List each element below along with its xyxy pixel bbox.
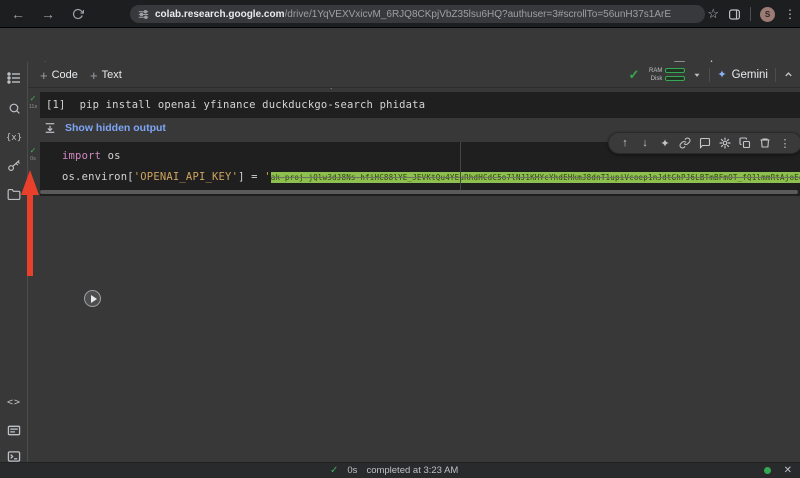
search-icon[interactable] [0, 96, 28, 120]
run-cell-button[interactable] [84, 290, 101, 307]
runtime-health-dot [764, 467, 771, 474]
copy-link-to-cell-icon[interactable] [678, 137, 692, 149]
toolbar-divider [709, 68, 710, 82]
cell-settings-gear-icon[interactable] [718, 137, 732, 149]
notebook-toolbar: + Code + Text ✓ RAM Disk ✦ Gemini [28, 62, 800, 88]
close-status-bar-icon[interactable]: ✕ [784, 465, 792, 476]
browser-profile-avatar[interactable]: S [760, 7, 775, 22]
more-cell-actions-icon[interactable]: ⋮ [778, 137, 792, 150]
status-check-icon: ✓ [330, 465, 338, 476]
code-text: os.environ [62, 171, 127, 183]
code-text: = [245, 171, 265, 183]
play-icon [91, 295, 97, 303]
toolbar-divider [750, 7, 751, 21]
cell1-success-check-icon: ✓ [26, 94, 40, 103]
toolbar-divider [775, 68, 776, 82]
url-path: /drive/1YqVEXVxicvM_6RJQ8CKpjVbZ35lsu6HQ… [285, 9, 672, 20]
add-comment-icon[interactable] [698, 137, 712, 149]
redacted-api-key-highlight: ak-proj-jQlw3dJ8Ns-hfiHC88lYE_JEVKtQu4YE… [271, 172, 800, 183]
resource-usage-widget[interactable]: RAM Disk [646, 68, 685, 82]
add-text-button[interactable]: + Text [90, 67, 122, 83]
string-openai-api-key: 'OPENAI_API_KEY' [134, 171, 238, 183]
site-settings-tune-icon[interactable] [138, 9, 149, 20]
browser-menu-icon[interactable]: ⋮ [784, 7, 796, 21]
show-hidden-output-link[interactable]: Show hidden output [65, 122, 166, 134]
table-of-contents-icon[interactable] [0, 66, 28, 90]
gemini-button[interactable]: ✦ Gemini [717, 68, 768, 81]
plus-icon: + [90, 68, 98, 83]
command-palette-icon[interactable] [0, 418, 28, 442]
execution-status-bar: ✓ 0s completed at 3:23 AM ✕ [0, 462, 800, 478]
bookmark-star-icon[interactable]: ☆ [707, 6, 719, 22]
address-bar[interactable]: colab.research.google.com/drive/1YqVEXVx… [130, 5, 705, 23]
cell1-exec-count: [1] [46, 99, 66, 111]
browser-forward-icon[interactable]: → [36, 2, 60, 26]
add-code-label: Code [52, 69, 78, 81]
red-annotation-arrow-head [21, 170, 39, 195]
side-panel-icon[interactable] [728, 8, 741, 21]
disk-usage-bar [665, 76, 685, 81]
show-hidden-output-button[interactable]: Show hidden output [44, 122, 166, 134]
cell2-horizontal-scrollbar[interactable] [40, 190, 798, 194]
cell-actions-toolbar: ↑ ↓ ✦ ⋮ [608, 132, 800, 154]
copy-cell-icon[interactable] [738, 137, 752, 149]
add-code-button[interactable]: + Code [40, 67, 78, 83]
status-duration: 0s [347, 465, 357, 476]
browser-back-icon[interactable]: ← [6, 2, 30, 26]
gemini-spark-icon: ✦ [717, 68, 726, 81]
red-annotation-arrow [27, 194, 33, 276]
move-cell-down-icon[interactable]: ↓ [638, 137, 652, 149]
gemini-spark-icon[interactable]: ✦ [658, 137, 672, 150]
code-cell-1[interactable]: [1] pip install openai yfinance duckduckg… [40, 92, 800, 118]
left-sidebar: {x} <> [0, 62, 28, 462]
ram-usage-bar [665, 68, 685, 73]
cell1-code[interactable]: pip install openai yfinance duckduckgo-s… [80, 99, 426, 111]
move-cell-up-icon[interactable]: ↑ [618, 137, 632, 149]
editor-column-ruler [460, 142, 461, 190]
delete-cell-trash-icon[interactable] [758, 137, 772, 149]
expand-output-icon [44, 122, 56, 134]
url-domain: colab.research.google.com [155, 9, 285, 20]
ram-label: RAM [646, 68, 662, 74]
redacted-api-key-text: ak-proj-jQlw3dJ8Ns-hfiHC88lYE_JEVKtQu4YE… [271, 172, 800, 183]
code-text: os [101, 150, 121, 162]
runtime-dropdown-icon[interactable] [692, 70, 702, 80]
disk-label: Disk [646, 76, 662, 82]
browser-reload-icon[interactable] [66, 2, 90, 26]
cell2-success-check-icon: ✓ [26, 146, 40, 155]
code-snippets-icon[interactable]: <> [0, 390, 28, 414]
cell2-exec-time: 0s [25, 156, 41, 162]
collapse-toolbar-icon[interactable] [783, 69, 794, 80]
browser-toolbar: ← → colab.research.google.com/drive/1YqV… [0, 0, 800, 28]
variables-icon[interactable]: {x} [0, 126, 28, 150]
cell1-exec-time: 11s [25, 104, 41, 110]
keyword-import: import [62, 150, 101, 162]
gemini-label: Gemini [732, 69, 768, 81]
connected-check-icon: ✓ [628, 67, 639, 83]
colab-header: Untitled0.ipynb ☆ File Edit View Insert … [0, 28, 800, 62]
colab-app-window: ← → colab.research.google.com/drive/1YqV… [0, 0, 800, 478]
plus-icon: + [40, 68, 48, 83]
add-text-label: Text [102, 69, 122, 81]
status-message: completed at 3:23 AM [366, 465, 458, 476]
